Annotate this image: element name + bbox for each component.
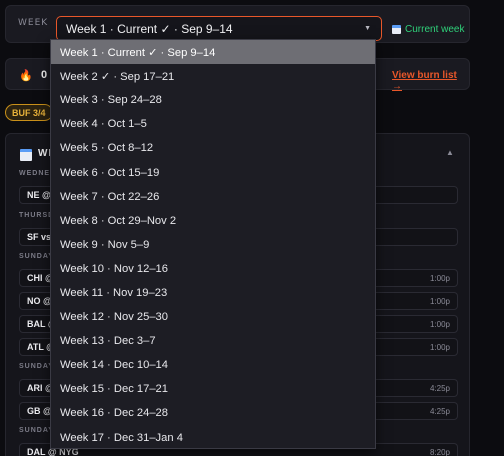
game-time: 1:00p — [429, 343, 450, 352]
view-burn-list-link[interactable]: View burn list → — [392, 70, 469, 92]
week-option[interactable]: Week 4 · Oct 1–5 — [51, 112, 375, 136]
day-label: SUNDAY — [19, 253, 54, 260]
day-label: SUNDAY — [19, 363, 54, 370]
week-select-value: Week 1 · Current ✓ · Sep 9–14 — [66, 21, 233, 36]
week-option[interactable]: Week 11 · Nov 19–23 — [51, 281, 375, 305]
calendar-icon — [20, 148, 32, 166]
week-option[interactable]: Week 12 · Nov 25–30 — [51, 305, 375, 329]
game-matchup: SF vs — [27, 232, 52, 242]
week-option[interactable]: Week 17 · Dec 31–Jan 4 — [51, 426, 375, 450]
game-time: 4:25p — [429, 384, 450, 393]
day-label: THURSD — [19, 212, 55, 219]
week-select[interactable]: Week 1 · Current ✓ · Sep 9–14 ▼ — [56, 16, 382, 41]
week-option[interactable]: Week 16 · Dec 24–28 — [51, 401, 375, 425]
week-option[interactable]: Week 7 · Oct 22–26 — [51, 185, 375, 209]
game-time: 8:20p — [429, 448, 450, 456]
current-week-label: Current week — [405, 24, 465, 35]
week-label: WEEK — [18, 18, 49, 28]
week-option[interactable]: Week 8 · Oct 29–Nov 2 — [51, 209, 375, 233]
calendar-icon — [392, 25, 401, 34]
game-time: 1:00p — [429, 320, 450, 329]
week-option[interactable]: Week 15 · Dec 17–21 — [51, 377, 375, 401]
chevron-down-icon: ▼ — [364, 25, 371, 32]
game-time: 1:00p — [429, 274, 450, 283]
game-matchup: NO @ — [27, 296, 52, 306]
chevron-up-icon[interactable]: ▲ — [446, 148, 454, 157]
week-option[interactable]: Week 1 · Current ✓ · Sep 9–14 — [51, 40, 375, 65]
flame-icon: 🔥 — [19, 70, 33, 82]
week-option[interactable]: Week 10 · Nov 12–16 — [51, 257, 375, 281]
week-selector-bar: WEEK Week 1 · Current ✓ · Sep 9–14 ▼ Cur… — [5, 5, 470, 43]
game-matchup: GB @ — [27, 406, 52, 416]
current-week-button[interactable]: Current week — [392, 24, 464, 35]
game-time: 4:25p — [429, 407, 450, 416]
week-option[interactable]: Week 9 · Nov 5–9 — [51, 233, 375, 257]
week-dropdown-list: Week 1 · Current ✓ · Sep 9–14 Week 2 ✓ ·… — [50, 39, 376, 449]
buffer-badge: BUF 3/4 — [5, 104, 53, 121]
week-option[interactable]: Week 6 · Oct 15–19 — [51, 160, 375, 184]
day-label: SUNDAY — [19, 427, 54, 434]
week-option[interactable]: Week 5 · Oct 8–12 — [51, 136, 375, 160]
week-option[interactable]: Week 13 · Dec 3–7 — [51, 329, 375, 353]
burn-count: 0 — [41, 69, 48, 81]
week-option[interactable]: Week 3 · Sep 24–28 — [51, 88, 375, 112]
game-matchup: NE @ — [27, 190, 51, 200]
game-time: 1:00p — [429, 297, 450, 306]
week-option[interactable]: Week 2 ✓ · Sep 17–21 — [51, 64, 375, 88]
week-option[interactable]: Week 14 · Dec 10–14 — [51, 353, 375, 377]
